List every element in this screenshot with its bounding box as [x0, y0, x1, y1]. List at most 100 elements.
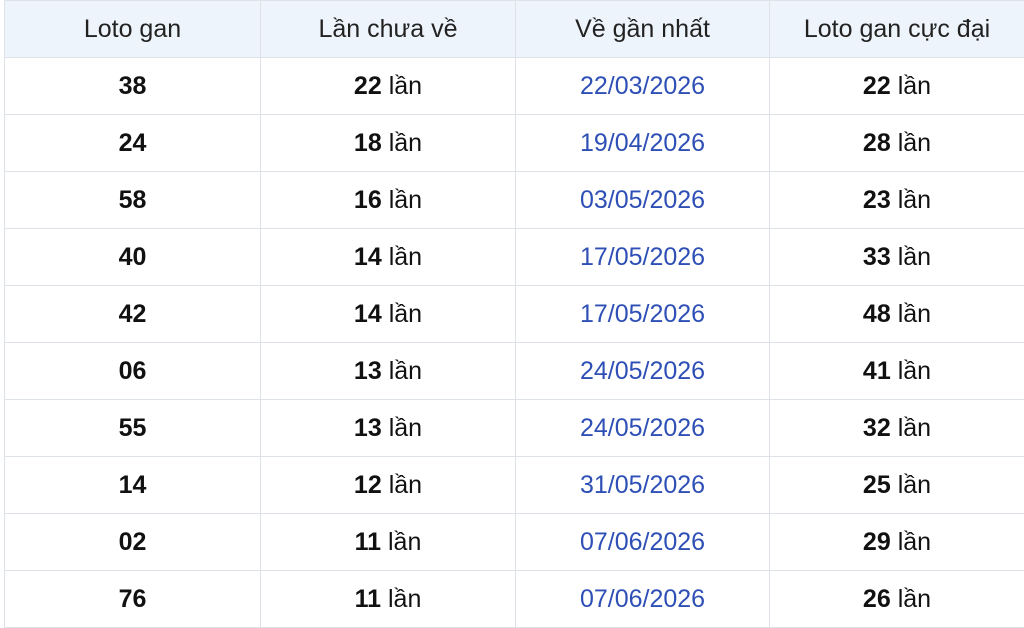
missing-count-cell: 13 lần [261, 400, 516, 457]
table-row: 02 11 lần 07/06/2026 29 lần [5, 514, 1024, 571]
max-gap-cell: 23 lần [770, 172, 1024, 229]
loto-number: 24 [119, 129, 147, 157]
max-gap-cell: 48 lần [770, 286, 1024, 343]
loto-number: 58 [119, 186, 147, 214]
last-date-cell: 17/05/2026 [516, 286, 770, 343]
unit-label: lần [898, 186, 931, 214]
loto-number: 06 [119, 357, 147, 385]
loto-number: 02 [119, 528, 147, 556]
max-gap: 29 [863, 528, 891, 556]
max-gap: 23 [863, 186, 891, 214]
last-date: 19/04/2026 [580, 129, 705, 157]
missing-count: 22 [354, 72, 382, 100]
unit-label: lần [388, 585, 421, 613]
last-date-cell: 07/06/2026 [516, 514, 770, 571]
loto-number-cell: 55 [5, 400, 261, 457]
missing-count-cell: 16 lần [261, 172, 516, 229]
unit-label: lần [898, 357, 931, 385]
table-row: 3822 lần22/03/202622 lần [5, 58, 1024, 115]
last-date-cell: 22/03/2026 [516, 58, 770, 115]
max-gap: 48 [863, 300, 891, 328]
header-loto-gan: Loto gan [5, 1, 261, 58]
max-gap-cell: 32 lần [770, 400, 1024, 457]
unit-label: lần [898, 471, 931, 499]
max-gap-cell: 25 lần [770, 457, 1024, 514]
missing-count: 11 [355, 585, 381, 613]
last-date-cell: 24/05/2026 [516, 343, 770, 400]
missing-count-cell: 22 lần [261, 58, 516, 115]
missing-count: 12 [354, 471, 382, 499]
loto-number-cell: 76 [5, 571, 261, 628]
header-lan-chua-ve: Lần chưa về [261, 1, 516, 58]
unit-label: lần [389, 414, 422, 442]
max-gap: 33 [863, 243, 891, 271]
last-date: 03/05/2026 [580, 186, 705, 214]
last-date-cell: 07/06/2026 [516, 571, 770, 628]
table-row: 55 13 lần 24/05/2026 32 lần [5, 400, 1024, 457]
loto-gan-panel: Loto gan Lần chưa về Về gần nhất Loto ga… [0, 0, 1024, 623]
header-loto-gan-cuc-dai: Loto gan cực đại [770, 1, 1024, 58]
unit-label: lần [898, 72, 931, 100]
table-row: 14 12 lần 31/05/2026 25 lần [5, 457, 1024, 514]
unit-label: lần [898, 585, 931, 613]
loto-number-cell: 58 [5, 172, 261, 229]
loto-number: 40 [119, 243, 147, 271]
loto-number-cell: 06 [5, 343, 261, 400]
last-date: 17/05/2026 [580, 243, 705, 271]
last-date-cell: 17/05/2026 [516, 229, 770, 286]
missing-count-cell: 12 lần [261, 457, 516, 514]
table-row: 76 11 lần 07/06/2026 26 lần [5, 571, 1024, 628]
table-header-row: Loto gan Lần chưa về Về gần nhất Loto ga… [5, 1, 1024, 58]
missing-count-cell: 13 lần [261, 343, 516, 400]
max-gap: 26 [863, 585, 891, 613]
loto-number: 76 [119, 585, 147, 613]
table-row: 40 14 lần 17/05/2026 33 lần [5, 229, 1024, 286]
loto-number: 14 [119, 471, 147, 499]
unit-label: lần [389, 300, 422, 328]
max-gap-cell: 29 lần [770, 514, 1024, 571]
missing-count: 16 [354, 186, 382, 214]
last-date-cell: 31/05/2026 [516, 457, 770, 514]
unit-label: lần [898, 129, 931, 157]
table-row: 4214 lần17/05/202648 lần [5, 286, 1024, 343]
missing-count-cell: 11 lần [261, 514, 516, 571]
unit-label: lần [389, 186, 422, 214]
unit-label: lần [389, 357, 422, 385]
missing-count-cell: 11 lần [261, 571, 516, 628]
last-date-cell: 24/05/2026 [516, 400, 770, 457]
unit-label: lần [898, 414, 931, 442]
max-gap: 32 [863, 414, 891, 442]
missing-count: 13 [354, 357, 382, 385]
loto-number: 55 [119, 414, 147, 442]
missing-count-cell: 14 lần [261, 229, 516, 286]
unit-label: lần [389, 72, 422, 100]
max-gap-cell: 33 lần [770, 229, 1024, 286]
loto-number-cell: 14 [5, 457, 261, 514]
last-date-cell: 03/05/2026 [516, 172, 770, 229]
missing-count: 18 [354, 129, 382, 157]
last-date: 24/05/2026 [580, 414, 705, 442]
last-date: 31/05/2026 [580, 471, 705, 499]
table-row: 24 18 lần 19/04/2026 28 lần [5, 115, 1024, 172]
last-date: 24/05/2026 [580, 357, 705, 385]
last-date: 22/03/2026 [580, 72, 705, 100]
missing-count: 14 [354, 300, 382, 328]
header-ve-gan-nhat: Về gần nhất [516, 1, 770, 58]
max-gap: 28 [863, 129, 891, 157]
max-gap-cell: 28 lần [770, 115, 1024, 172]
loto-number-cell: 24 [5, 115, 261, 172]
unit-label: lần [389, 243, 422, 271]
loto-number: 42 [119, 300, 147, 328]
last-date-cell: 19/04/2026 [516, 115, 770, 172]
missing-count: 14 [354, 243, 382, 271]
unit-label: lần [898, 300, 931, 328]
missing-count: 13 [354, 414, 382, 442]
missing-count-cell: 14 lần [261, 286, 516, 343]
max-gap: 25 [863, 471, 891, 499]
last-date: 07/06/2026 [580, 585, 705, 613]
max-gap-cell: 41 lần [770, 343, 1024, 400]
loto-number-cell: 38 [5, 58, 261, 115]
last-date: 07/06/2026 [580, 528, 705, 556]
max-gap-cell: 22 lần [770, 58, 1024, 115]
max-gap: 22 [863, 72, 891, 100]
